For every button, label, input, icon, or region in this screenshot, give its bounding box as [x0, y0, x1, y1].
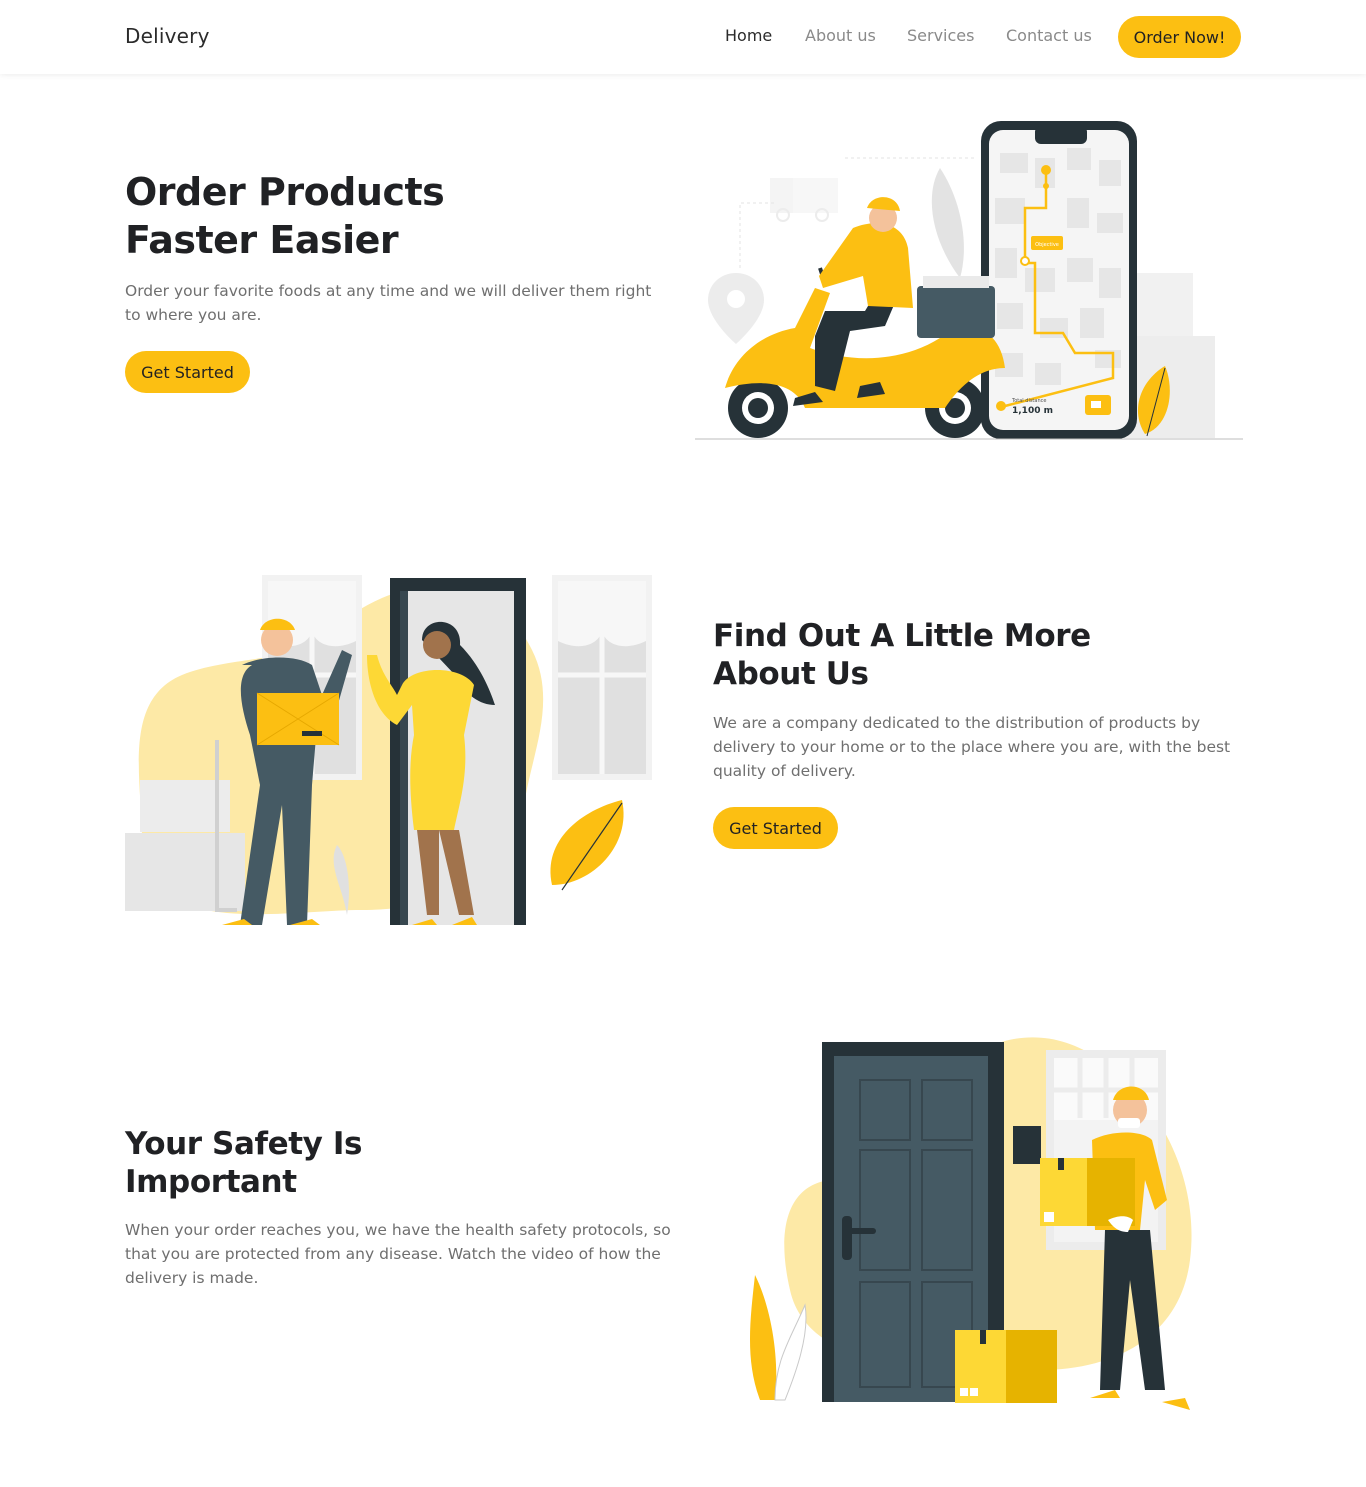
brand-logo[interactable]: Delivery — [125, 24, 210, 48]
safety-description: When your order reaches you, we have the… — [125, 1221, 671, 1287]
safety-title: Your Safety Is Important — [125, 1125, 645, 1201]
door-delivery-illustration — [125, 575, 652, 925]
distance-label: Total distance — [1011, 398, 1046, 404]
nav-link-contact[interactable]: Contact us — [1006, 26, 1092, 45]
safety-title-line1: Your Safety Is — [125, 1126, 363, 1162]
location-pin-icon — [708, 273, 764, 344]
nav-link-about[interactable]: About us — [805, 26, 876, 45]
chat-truck-icon — [1085, 395, 1111, 415]
nav-link-services[interactable]: Services — [907, 26, 974, 45]
safe-delivery-illustration — [750, 1037, 1192, 1410]
intercom-icon — [1013, 1126, 1041, 1164]
scooter-delivery-illustration: Objective Total distance 1,100 m — [695, 121, 1243, 440]
about-description: We are a company dedicated to the distri… — [713, 714, 1231, 780]
about-get-started-button[interactable]: Get Started — [713, 807, 838, 849]
hero-title-line1: Order Products — [125, 170, 445, 214]
nav-link-home[interactable]: Home — [725, 26, 772, 45]
scooter — [725, 267, 1005, 438]
hero-title-line2: Faster Easier — [125, 218, 399, 262]
safety-title-line2: Important — [125, 1164, 297, 1200]
about-title-line1: Find Out A Little More — [713, 618, 1091, 654]
about-title: Find Out A Little More About Us — [713, 617, 1233, 693]
map-tag: Objective — [1035, 242, 1059, 248]
about-title-line2: About Us — [713, 656, 869, 692]
top-navbar: Delivery Home About us Services Contact … — [0, 0, 1366, 74]
hero-title: Order Products Faster Easier — [125, 168, 645, 264]
distance-value: 1,100 m — [1012, 406, 1053, 416]
hero-description: Order your favorite foods at any time an… — [125, 282, 652, 324]
package-box — [955, 1330, 1057, 1403]
hero-get-started-button[interactable]: Get Started — [125, 351, 250, 393]
order-now-button[interactable]: Order Now! — [1118, 16, 1241, 58]
truck-icon — [770, 178, 838, 222]
phone-map: Objective Total distance 1,100 m — [981, 121, 1137, 439]
window-right — [552, 575, 652, 780]
